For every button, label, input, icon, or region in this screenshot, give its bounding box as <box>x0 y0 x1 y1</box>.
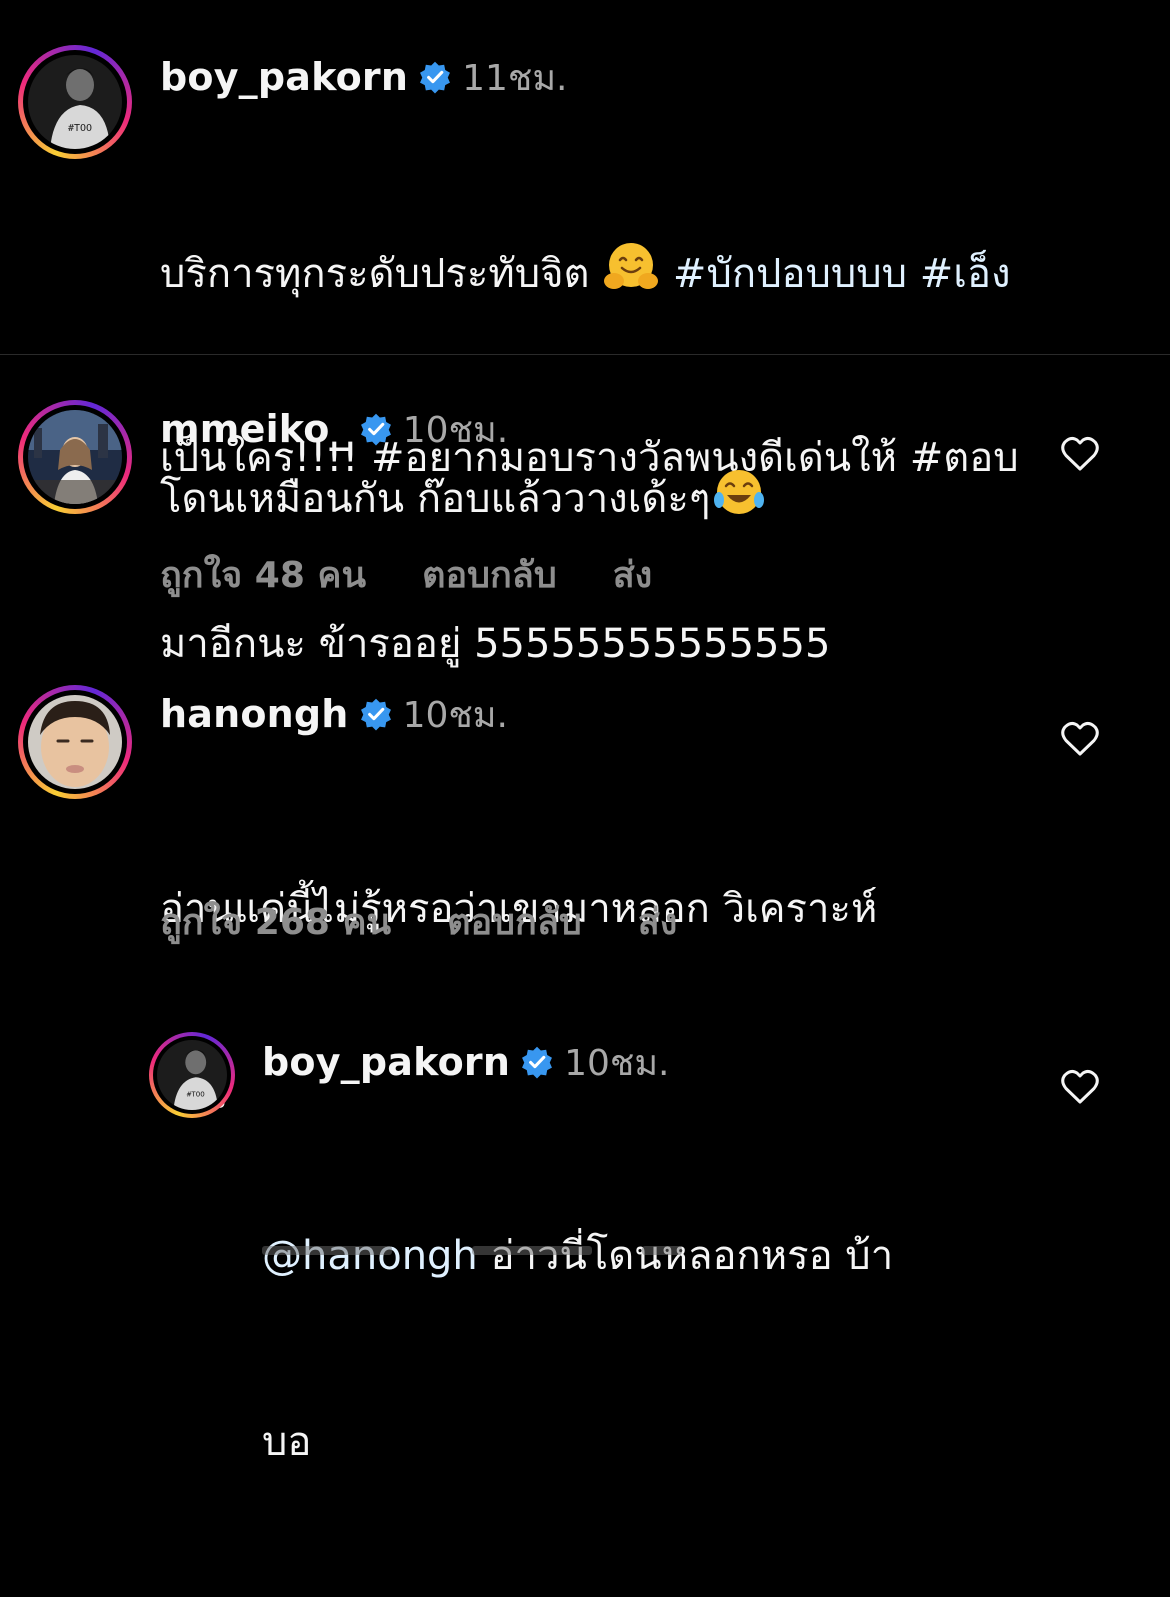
reply-button[interactable]: ตอบกลับ <box>422 546 557 603</box>
verified-badge-icon <box>520 1045 554 1079</box>
comment-username[interactable]: mmeiko_ <box>160 407 349 451</box>
verified-badge-icon <box>359 697 393 731</box>
reply-text: @hanongh อ่าวนี่โดนหลอกหรอ บ้า บอ <box>262 1101 1042 1597</box>
avatar[interactable]: #TOO <box>157 1040 227 1110</box>
comment-timestamp: 10ชม. <box>402 409 509 451</box>
reply-text-line2: บอ <box>262 1419 312 1465</box>
reply-text-line1: อ่าวนี่โดนหลอกหรอ บ้า <box>477 1233 894 1279</box>
mention-link[interactable]: @hanongh <box>262 1233 478 1279</box>
avatar[interactable]: #TOO <box>28 55 122 149</box>
reply-timestamp: 10ชม. <box>564 1042 670 1084</box>
caption-hashtags-line1[interactable]: #บักปอบบบบ #เอ็ง <box>660 251 1011 297</box>
avatar[interactable] <box>28 410 122 504</box>
reply-username[interactable]: boy_pakorn <box>262 1040 510 1084</box>
avatar-story-ring[interactable] <box>18 400 132 514</box>
heart-icon[interactable] <box>1061 436 1099 472</box>
comment-timestamp: 10ชม. <box>402 694 508 736</box>
caption-timestamp: 11ชม. <box>462 57 568 99</box>
svg-text:#TOO: #TOO <box>187 1090 205 1099</box>
avatar-story-ring[interactable] <box>18 685 132 799</box>
comment-likes-count[interactable]: ถูกใจ 268 คน <box>160 893 391 950</box>
hugging-face-emoji-icon <box>602 241 660 311</box>
post-caption: #TOO boy_pakorn 11ชม. บริการทุกระดับประท… <box>0 0 1170 667</box>
reply-actions-cutoff <box>262 1246 702 1255</box>
comment-text-content: โดนเหมือนกัน ก๊อบแล้ววางเด้ะๆ <box>160 476 711 522</box>
svg-text:#TOO: #TOO <box>68 123 92 134</box>
caption-text-line3: มาอีกนะ ข้ารออยู่ 55555555555555 <box>160 621 831 667</box>
verified-badge-icon <box>359 412 393 446</box>
avatar-story-ring[interactable]: #TOO <box>18 45 132 159</box>
tears-of-joy-emoji-icon <box>710 466 768 536</box>
reply-button[interactable]: ตอบกลับ <box>447 893 582 950</box>
avatar-story-ring[interactable]: #TOO <box>149 1032 235 1118</box>
caption-username[interactable]: boy_pakorn <box>160 55 408 99</box>
send-button[interactable]: ส่ง <box>638 893 678 950</box>
comment-text: โดนเหมือนกัน ก๊อบแล้ววางเด้ะๆ <box>160 466 1040 536</box>
comment-username[interactable]: hanongh <box>160 692 349 736</box>
avatar[interactable] <box>28 695 122 789</box>
caption-text-line1: บริการทุกระดับประทับจิต <box>160 251 603 297</box>
heart-icon[interactable] <box>1061 1069 1099 1105</box>
comment-likes-count[interactable]: ถูกใจ 48 คน <box>160 546 366 603</box>
send-button[interactable]: ส่ง <box>613 546 653 603</box>
verified-badge-icon <box>418 60 452 94</box>
heart-icon[interactable] <box>1061 721 1099 757</box>
